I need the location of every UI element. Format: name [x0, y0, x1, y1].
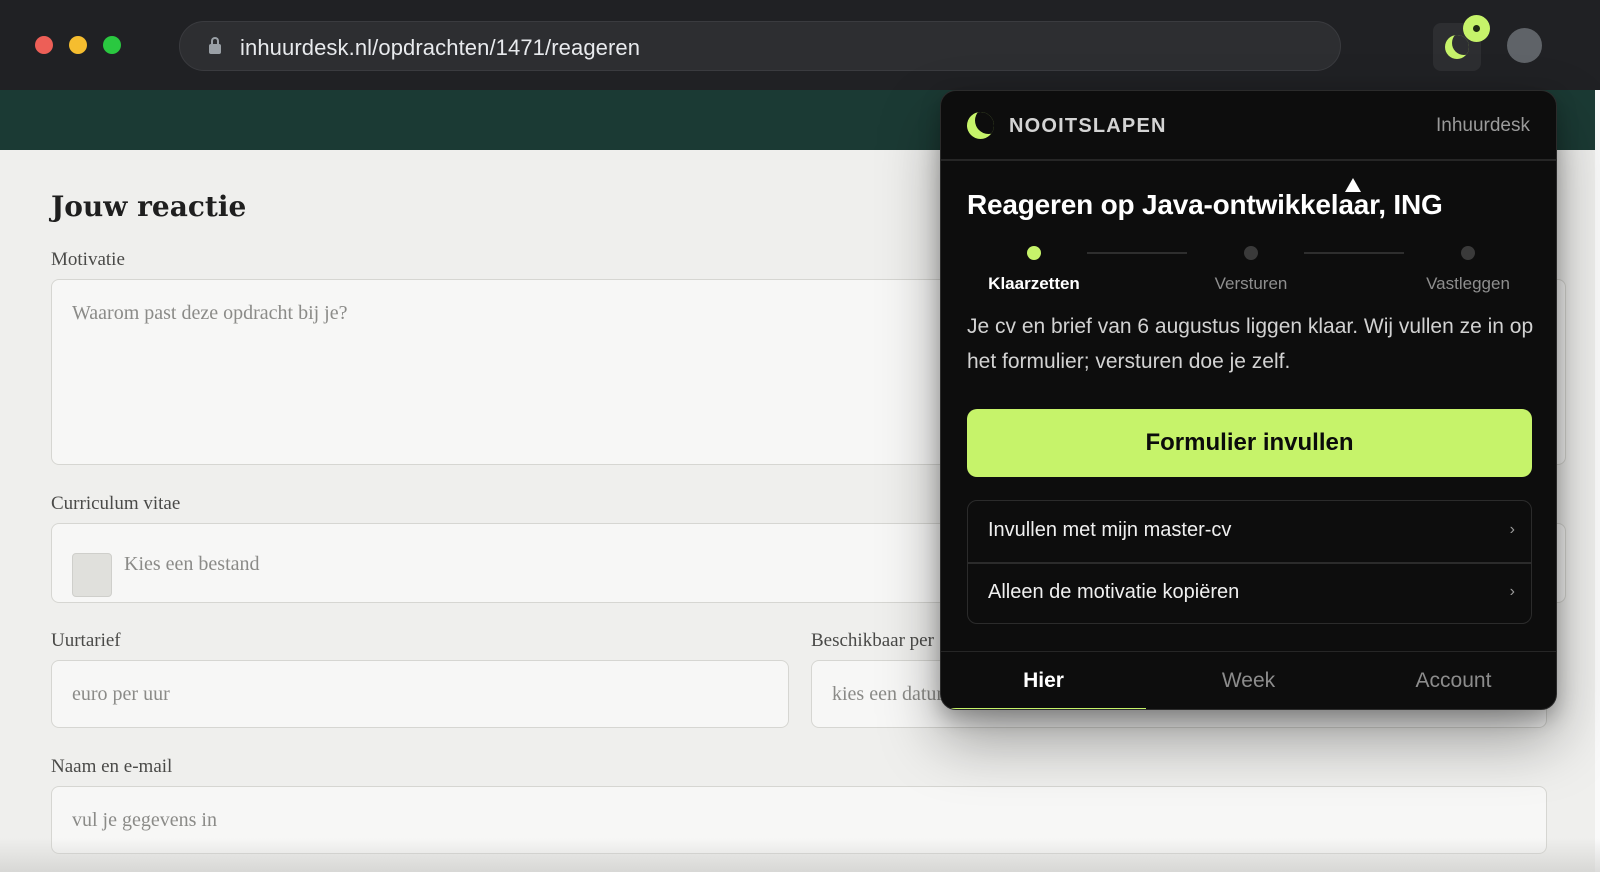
cv-placeholder: Kies een bestand [124, 553, 260, 575]
contact-label: Naam en e-mail [51, 756, 173, 777]
lock-icon [209, 37, 221, 55]
step-dot-vastleggen [1461, 246, 1475, 260]
active-tab-indicator [941, 708, 1146, 709]
rate-placeholder: euro per uur [72, 683, 170, 705]
file-icon [72, 553, 112, 597]
option-label: Alleen de motivatie kopiëren [988, 581, 1240, 603]
address-bar[interactable]: inhuurdesk.nl/opdrachten/1471/reageren [179, 21, 1341, 71]
header-divider [941, 159, 1556, 161]
motivation-placeholder: Waarom past deze opdracht bij je? [72, 302, 348, 324]
rate-label: Uurtarief [51, 630, 121, 651]
minimize-window-button[interactable] [69, 36, 87, 54]
extension-badge [1463, 15, 1490, 42]
site-name: Inhuurdesk [1435, 115, 1530, 136]
close-window-button[interactable] [35, 36, 53, 54]
cv-label: Curriculum vitae [51, 493, 181, 514]
option-label: Invullen met mijn master-cv [988, 519, 1232, 541]
popup-title: Reageren op Java-ontwikkelaar, ING [967, 189, 1443, 220]
options-list: Invullen met mijn master-cv › Alleen de … [967, 500, 1532, 624]
tab-hier[interactable]: Hier [941, 652, 1146, 709]
chevron-right-icon: › [1509, 521, 1515, 538]
page-title: Jouw reactie [51, 190, 247, 223]
option-copy-motivation[interactable]: Alleen de motivatie kopiëren › [968, 563, 1531, 623]
brand-moon-icon [967, 112, 994, 139]
motivation-label: Motivatie [51, 249, 125, 270]
browser-toolbar: inhuurdesk.nl/opdrachten/1471/reageren [0, 0, 1600, 90]
availability-label: Beschikbaar per [811, 630, 934, 651]
step-connector [1304, 252, 1404, 254]
brand-name: NOOITSLAPEN [1009, 115, 1167, 137]
popup-tabs: Hier Week Account [941, 651, 1556, 709]
browser-window: inhuurdesk.nl/opdrachten/1471/reageren J… [0, 0, 1600, 872]
option-master-cv[interactable]: Invullen met mijn master-cv › [968, 501, 1531, 562]
step-label-versturen: Versturen [1214, 274, 1288, 293]
extension-popup: NOOITSLAPEN Inhuurdesk Reageren op Java-… [940, 90, 1557, 710]
tab-week[interactable]: Week [1146, 652, 1351, 709]
fill-form-button[interactable]: Formulier invullen [967, 409, 1532, 477]
step-label-vastleggen: Vastleggen [1426, 274, 1510, 293]
contact-placeholder: vul je gegevens in [72, 809, 217, 831]
step-connector [1087, 252, 1187, 254]
maximize-window-button[interactable] [103, 36, 121, 54]
tab-account[interactable]: Account [1351, 652, 1556, 709]
step-label-klaarzetten: Klaarzetten [988, 274, 1080, 293]
moon-icon [1445, 35, 1469, 59]
profile-avatar[interactable] [1507, 28, 1542, 63]
rate-input[interactable]: euro per uur [51, 660, 789, 728]
chevron-right-icon: › [1509, 583, 1515, 600]
popup-description: Je cv en brief van 6 augustus liggen kla… [967, 315, 1534, 373]
step-dot-versturen [1244, 246, 1258, 260]
availability-placeholder: kies een datum [832, 683, 952, 705]
page-edge [1595, 90, 1600, 872]
bottom-shadow [0, 838, 1600, 872]
step-dot-klaarzetten [1027, 246, 1041, 260]
url-text[interactable]: inhuurdesk.nl/opdrachten/1471/reageren [240, 35, 640, 61]
mouse-cursor [1345, 178, 1361, 192]
